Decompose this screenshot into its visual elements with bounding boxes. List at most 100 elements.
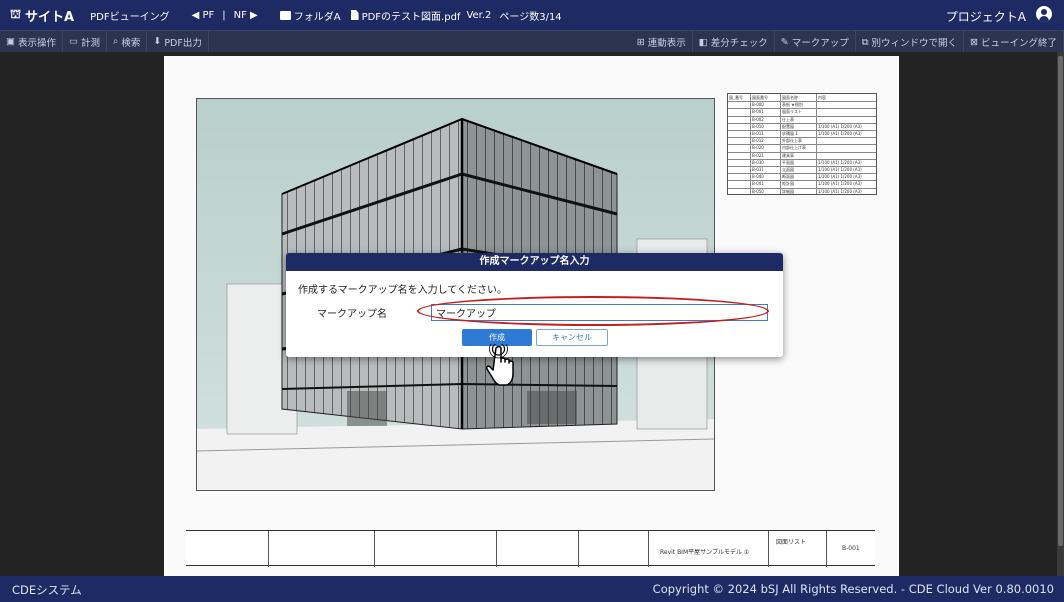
- title-block-divider: [768, 531, 769, 567]
- pdf-output-button[interactable]: ⬇ PDF出力: [147, 30, 209, 53]
- table-cell: B-030: [752, 159, 764, 165]
- file-breadcrumb: PDFのテスト図面.pdf: [350, 8, 461, 23]
- table-cell: 図面リスト: [782, 109, 802, 115]
- ruler-icon: ▭: [69, 36, 78, 47]
- user-icon[interactable]: [1036, 6, 1052, 22]
- title-block-divider: [648, 531, 649, 567]
- table-cell: B-031: [752, 167, 764, 172]
- system-name: CDEシステム: [12, 583, 82, 597]
- markup-button[interactable]: ✎ マークアップ: [775, 31, 856, 53]
- title-block-divider: [578, 531, 579, 567]
- sheet-number-text: B-001: [842, 545, 860, 552]
- table-cell: 外部仕上表: [782, 138, 802, 144]
- scrollbar-thumb[interactable]: [1058, 56, 1063, 546]
- folder-name: フォルダA: [293, 11, 341, 23]
- pencil-icon: ✎: [780, 36, 789, 48]
- measure-button[interactable]: ▭ 計測: [63, 30, 107, 53]
- open-window-label: 別ウィンドウで開く: [871, 38, 958, 49]
- table-cell: B-040: [752, 174, 764, 180]
- table-cell: 1/100 (A1) 1/200 (A3): [818, 131, 862, 136]
- display-ops-button[interactable]: ▣ 表示操作: [0, 30, 63, 53]
- table-header-cell: 図面番号: [752, 95, 768, 100]
- cancel-button[interactable]: キャンセル: [536, 329, 608, 346]
- copyright-text: Copyright © 2024 bSJ All Rights Reserved…: [652, 582, 1054, 596]
- sync-display-button[interactable]: ⊞ 連動表示: [631, 31, 693, 53]
- download-icon: ⬇: [153, 36, 162, 47]
- table-cell: 1/100 (A1) 1/200 (A3): [818, 188, 862, 194]
- next-file-button[interactable]: NF ▶: [234, 10, 258, 21]
- table-cell: B-021: [752, 152, 764, 158]
- table-cell: 配置図: [782, 123, 794, 129]
- table-cell: B-001: [752, 109, 764, 115]
- table-cell: 1/100 (A1) 1/200 (A3): [818, 123, 862, 129]
- display-ops-label: 表示操作: [17, 37, 56, 49]
- table-cell: 1/100 (A1) 1/200 (A3): [818, 159, 862, 165]
- site-selector[interactable]: ⛫ サイトA: [10, 6, 74, 25]
- title-block-divider: [268, 531, 269, 567]
- end-viewing-label: ビューイング終了: [980, 38, 1057, 49]
- table-cell: 1/100 (A1) 1/200 (A3): [818, 174, 862, 180]
- table-header-cell: 図面名称: [782, 95, 798, 100]
- folder-breadcrumb[interactable]: フォルダA: [279, 8, 341, 23]
- search-label: 検索: [121, 37, 141, 49]
- table-row-line: [728, 108, 876, 110]
- diff-check-label: 差分チェック: [710, 38, 768, 49]
- title-block-divider: [496, 531, 497, 567]
- table-cell: 詳細図: [782, 188, 794, 194]
- display-ops-icon: ▣: [6, 36, 15, 47]
- new-window-icon: ⧉: [861, 36, 869, 48]
- top-header: ⛫ サイトA PDFビューイング ◀ PF | NF ▶ フォルダA PDFのテ…: [0, 0, 1064, 30]
- measure-label: 計測: [80, 37, 100, 49]
- diff-icon: ◧: [698, 36, 708, 48]
- dialog-title: 作成マークアップ名入力: [286, 253, 783, 271]
- prev-file-button[interactable]: ◀ PF: [192, 10, 215, 21]
- table-cell: 断面図: [782, 174, 794, 180]
- site-icon: ⛫: [10, 7, 22, 21]
- sync-icon: ⊞: [636, 36, 645, 48]
- table-cell: 平面図: [782, 159, 794, 165]
- end-viewing-button[interactable]: ⊠ ビューイング終了: [964, 31, 1064, 53]
- exit-icon: ⊠: [970, 36, 978, 48]
- pdf-output-label: PDF出力: [164, 37, 202, 49]
- table-row-line: [728, 151, 876, 153]
- title-block: Revit BIM平屋サンプルモデル ① 図面リスト B-001: [186, 530, 875, 567]
- title-block-divider: [826, 531, 827, 567]
- drawing-list-table: 図_番号 図面番号 図面名称 内容 B-000 表紙 ★個別 B-001 図面リスト B-002…: [727, 93, 877, 195]
- sync-display-label: 連動表示: [647, 38, 686, 49]
- toolbar: ▣ 表示操作 ▭ 計測 ⌕ 検索 ⬇ PDF出力 ⊞ 連動表示 ◧ 差分チェック…: [0, 30, 1064, 53]
- table-cell: 建具表: [782, 152, 794, 158]
- table-cell: 1/100 (A1) 1/200 (A3): [818, 181, 862, 187]
- viewer-scrollbar[interactable]: [1057, 52, 1064, 576]
- site-name: サイトA: [25, 9, 75, 25]
- markup-label: マークアップ: [791, 38, 849, 49]
- table-cell: 立面図: [782, 167, 794, 172]
- table-cell: 表紙 ★個別: [782, 102, 803, 108]
- open-window-button[interactable]: ⧉ 別ウィンドウで開く: [856, 31, 965, 53]
- diff-check-button[interactable]: ◧ 差分チェック: [693, 31, 775, 53]
- table-cell: B-041: [752, 181, 764, 187]
- toolbar-right-group: ⊞ 連動表示 ◧ 差分チェック ✎ マークアップ ⧉ 別ウィンドウで開く ⊠ ビ…: [631, 31, 1064, 53]
- project-name-text: Revit BIM平屋サンプルモデル ①: [660, 549, 750, 556]
- viewer-mode-label: PDFビューイング: [90, 11, 170, 23]
- table-header-cell: 内容: [818, 95, 826, 100]
- table-cell: B-002: [752, 116, 764, 122]
- nav-separator: |: [222, 9, 226, 21]
- markup-name-label: マークアップ名: [317, 309, 387, 320]
- search-button[interactable]: ⌕ 検索: [107, 30, 148, 53]
- table-row-line: [728, 137, 876, 139]
- project-name[interactable]: プロジェクトA: [946, 8, 1026, 25]
- create-button[interactable]: 作成: [462, 329, 532, 346]
- table-cell: 求積図 1: [782, 131, 798, 136]
- table-cell: B-011: [752, 131, 764, 136]
- file-name: PDFのテスト図面.pdf: [361, 11, 461, 23]
- table-cell: 1/100 (A1) 1/200 (A3): [818, 167, 862, 172]
- file-icon: [350, 10, 359, 20]
- table-cell: B-020: [752, 145, 764, 151]
- dialog-message: 作成するマークアップ名を入力してください。: [298, 285, 507, 296]
- create-markup-dialog: 作成マークアップ名入力 作成するマークアップ名を入力してください。 マークアップ…: [286, 253, 783, 357]
- table-row-line: [728, 115, 876, 117]
- table-cell: B-050: [752, 188, 764, 194]
- version-label: Ver.2: [466, 9, 492, 21]
- table-cell: B-012: [752, 138, 764, 144]
- markup-name-input[interactable]: [431, 304, 768, 321]
